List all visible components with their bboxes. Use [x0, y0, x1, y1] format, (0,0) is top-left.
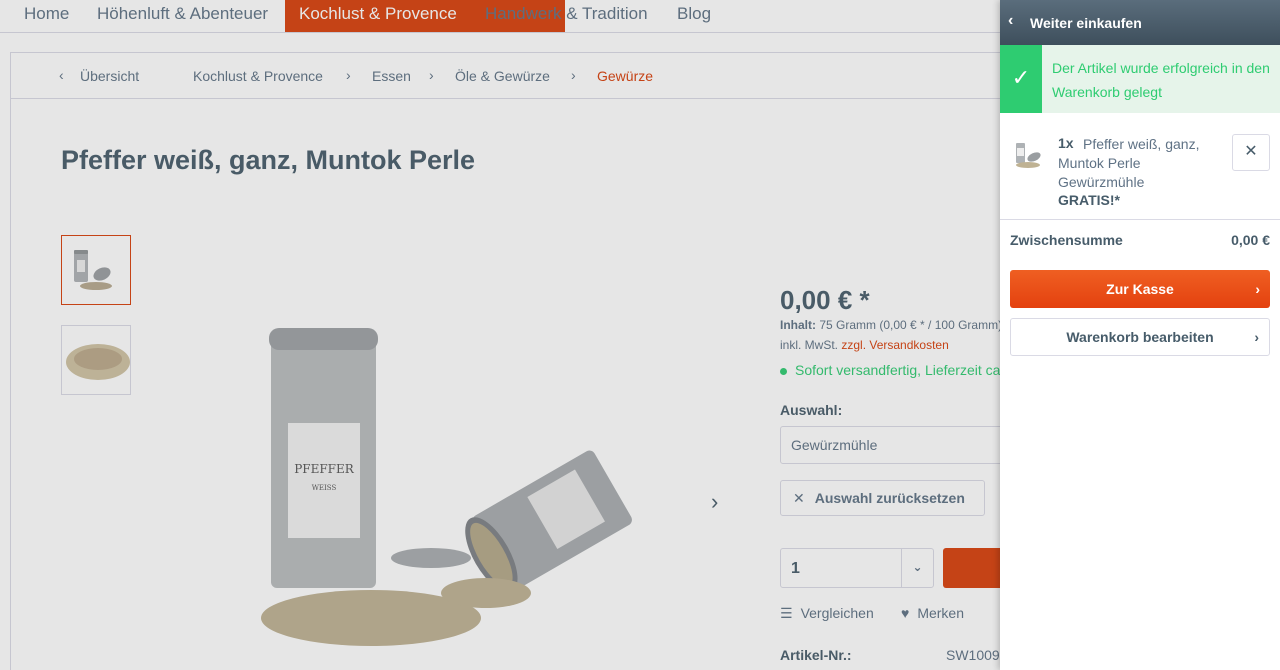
cart-item-price: GRATIS!* [1058, 192, 1120, 208]
cart-item: 1x Pfeffer weiß, ganz, Muntok Perle Gewü… [1000, 113, 1280, 220]
cart-item-variant: Gewürzmühle [1058, 174, 1145, 190]
subtotal-value: 0,00 € [1231, 232, 1270, 248]
success-message: Der Artikel wurde erfolgreich in den War… [1052, 60, 1270, 100]
chevron-right-icon: › [1254, 329, 1259, 345]
checkout-button[interactable]: Zur Kasse › [1010, 270, 1270, 308]
page-overlay[interactable] [0, 0, 1000, 670]
close-icon: ✕ [1244, 143, 1258, 160]
subtotal-label: Zwischensumme [1010, 232, 1123, 248]
chevron-left-icon: ‹ [1008, 12, 1014, 29]
remove-item-button[interactable]: ✕ [1232, 134, 1270, 171]
edit-cart-label: Warenkorb bearbeiten [1066, 329, 1214, 345]
chevron-right-icon: › [1255, 281, 1260, 297]
checkmark-icon: ✓ [1000, 45, 1042, 113]
checkout-label: Zur Kasse [1106, 281, 1174, 297]
offcanvas-cart: ‹ Weiter einkaufen ✓ Der Artikel wurde e… [1000, 0, 1280, 670]
cart-item-name[interactable]: Pfeffer weiß, ganz, Muntok Perle [1058, 135, 1223, 173]
continue-shopping-header[interactable]: ‹ Weiter einkaufen [1000, 0, 1280, 45]
continue-shopping-label: Weiter einkaufen [1030, 15, 1142, 31]
cart-item-image [1012, 137, 1048, 173]
success-alert: ✓ Der Artikel wurde erfolgreich in den W… [1000, 45, 1280, 113]
edit-cart-button[interactable]: Warenkorb bearbeiten › [1010, 318, 1270, 356]
